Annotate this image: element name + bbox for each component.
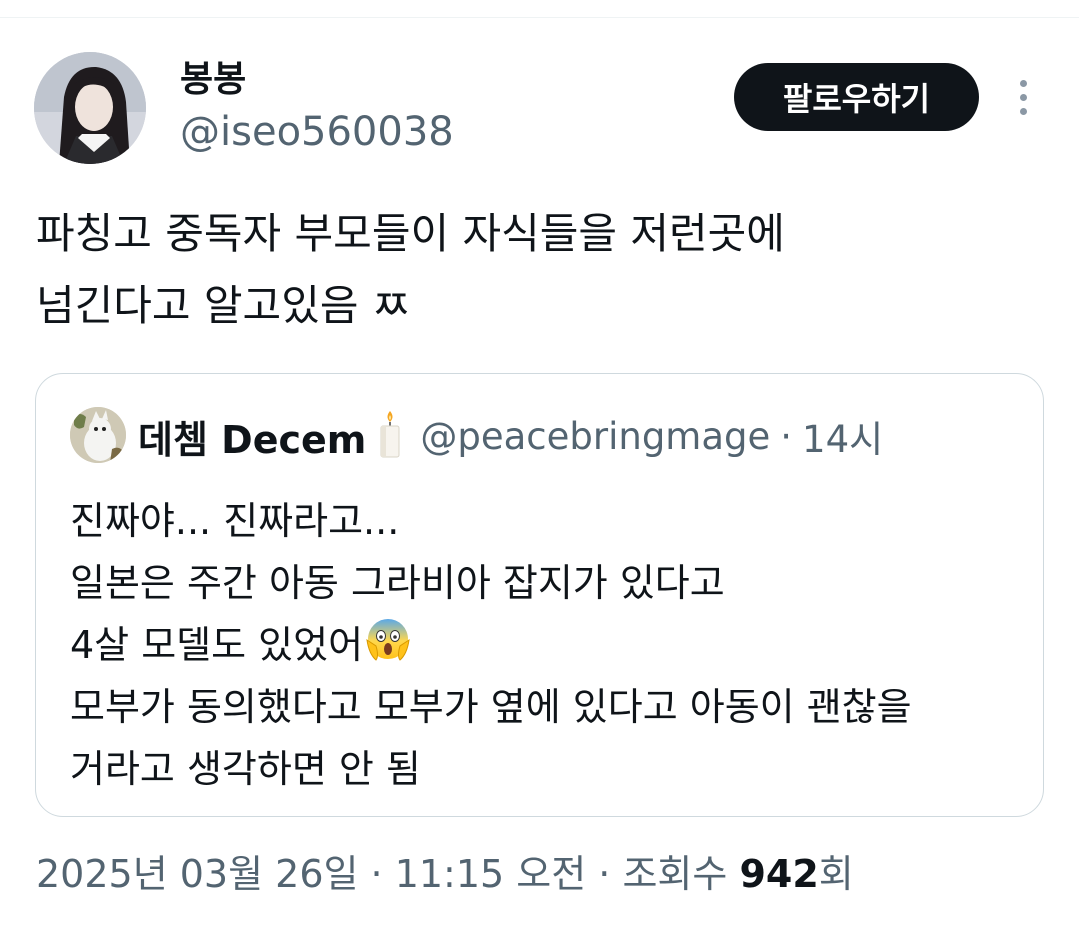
quoted-tweet-text: 진짜야... 진짜라고... 일본은 주간 아동 그라비아 잡지가 있다고 4살… — [70, 490, 1030, 800]
quoted-line-text: 4살 모델도 있었어 — [70, 623, 364, 667]
author-avatar-image — [34, 52, 146, 164]
screaming-face-icon — [365, 616, 411, 680]
more-dot — [1019, 107, 1027, 115]
quoted-handle[interactable]: @peacebringmage — [420, 415, 770, 458]
more-options-icon[interactable] — [1003, 72, 1043, 122]
meta-separator: · — [358, 852, 395, 896]
candle-icon — [378, 409, 402, 463]
quoted-line: 모부가 동의했다고 모부가 옆에 있다고 아동이 괜찮을 — [70, 676, 1030, 738]
more-dot — [1019, 93, 1027, 101]
follow-button[interactable]: 팔로우하기 — [734, 63, 979, 131]
author-avatar[interactable] — [34, 52, 146, 164]
quoted-timestamp[interactable]: 14시 — [802, 409, 883, 463]
meta-separator: · — [586, 852, 623, 896]
quoted-separator: · — [780, 414, 793, 458]
more-dot — [1019, 79, 1027, 87]
quoted-author-avatar[interactable] — [70, 407, 126, 463]
author-display-name[interactable]: 봉봉 — [180, 58, 246, 102]
author-handle[interactable]: @iseo560038 — [180, 108, 454, 156]
quoted-avatar-image — [70, 407, 126, 463]
top-divider — [0, 17, 1079, 18]
quoted-line-text: 거라고 생각하면 안 됨 — [70, 747, 421, 791]
quoted-header: 데쳄 Decem @peacebringmage · 14시 — [138, 410, 883, 462]
tweet-meta: 2025년 03월 26일 · 11:15 오전 · 조회수 942회 — [36, 848, 854, 900]
quoted-line-text: 모부가 동의했다고 모부가 옆에 있다고 아동이 괜찮을 — [70, 685, 912, 729]
quoted-line-text: 일본은 주간 아동 그라비아 잡지가 있다고 — [70, 561, 725, 605]
tweet-date[interactable]: 2025년 03월 26일 — [36, 852, 358, 896]
views-label: 조회수 — [622, 852, 740, 896]
tweet-text: 파칭고 중독자 부모들이 자식들을 저런곳에 넘긴다고 알고있음 ㅉ — [36, 209, 785, 330]
quoted-tweet-card[interactable]: 데쳄 Decem @peacebringmage · 14시 진짜야... 진짜… — [35, 373, 1044, 817]
quoted-line: 진짜야... 진짜라고... — [70, 490, 1030, 552]
quoted-line: 4살 모델도 있었어 — [70, 614, 1030, 676]
views-count: 942 — [739, 852, 819, 896]
views-suffix: 회 — [818, 852, 854, 896]
tweet-time[interactable]: 11:15 오전 — [395, 852, 587, 896]
quoted-line: 일본은 주간 아동 그라비아 잡지가 있다고 — [70, 552, 1030, 614]
quoted-line-text: 진짜야... 진짜라고... — [70, 499, 400, 543]
quoted-display-name[interactable]: 데쳄 Decem — [138, 409, 366, 464]
quoted-line: 거라고 생각하면 안 됨 — [70, 738, 1030, 800]
